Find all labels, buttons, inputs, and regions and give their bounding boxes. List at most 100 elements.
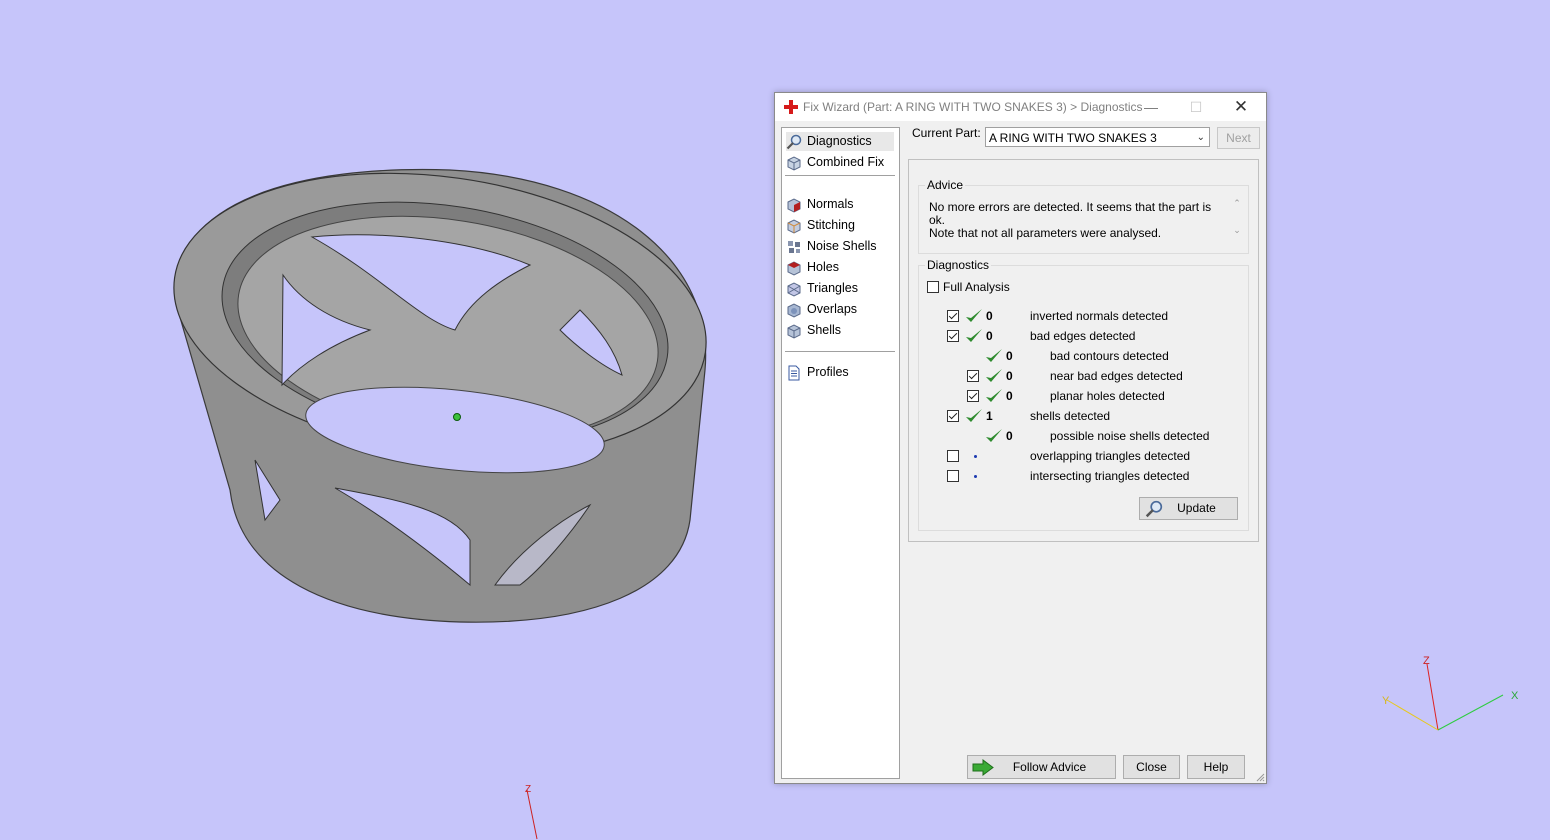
row-label: overlapping triangles detected <box>1030 449 1191 463</box>
diagnostics-title: Diagnostics <box>925 258 992 272</box>
nav-label: Diagnostics <box>807 134 872 148</box>
shells-cube-icon <box>787 324 801 339</box>
resize-grip-icon[interactable] <box>1255 772 1265 782</box>
close-button[interactable]: Close <box>1123 755 1180 779</box>
chevron-down-icon: ⌄ <box>1196 132 1205 143</box>
row-checkbox[interactable] <box>947 410 959 422</box>
row-checkbox[interactable] <box>967 370 979 382</box>
red-cross-icon <box>784 100 798 114</box>
close-window-button[interactable]: ✕ <box>1221 93 1261 121</box>
row-checkbox[interactable] <box>947 450 959 462</box>
nav-item-combined-fix[interactable]: Combined Fix <box>786 153 884 172</box>
nav-label: Holes <box>807 260 839 274</box>
update-button[interactable]: Update <box>1139 497 1238 520</box>
update-label: Update <box>1177 501 1216 515</box>
nav-divider <box>785 351 895 352</box>
row-checkbox[interactable] <box>947 330 959 342</box>
current-part-select[interactable]: A RING WITH TWO SNAKES 3 ⌄ <box>985 127 1210 147</box>
nav-label: Profiles <box>807 365 849 379</box>
nav-label: Noise Shells <box>807 239 877 253</box>
nav-item-triangles[interactable]: Triangles <box>786 279 858 298</box>
minimize-button[interactable]: — <box>1131 93 1171 121</box>
holes-cube-icon <box>787 261 801 276</box>
row-label: near bad edges detected <box>1050 369 1183 383</box>
maximize-button[interactable]: ☐ <box>1176 93 1216 121</box>
scroll-up-icon: ⌃ <box>1233 198 1241 208</box>
row-checkbox[interactable] <box>947 310 959 322</box>
nav-divider <box>785 175 895 176</box>
advice-line: Note that not all parameters were analys… <box>929 226 1162 240</box>
pending-dot-icon <box>974 455 977 458</box>
row-label: possible noise shells detected <box>1050 429 1210 443</box>
axis-z-label: Z <box>1423 655 1430 667</box>
checkmark-icon <box>986 389 1002 402</box>
nav-item-shells[interactable]: Shells <box>786 321 841 340</box>
nav-label: Combined Fix <box>807 155 885 169</box>
checkmark-icon <box>966 309 982 322</box>
triangles-cube-icon <box>787 282 801 297</box>
scroll-down-icon: ⌄ <box>1233 225 1241 235</box>
checkmark-icon <box>986 369 1002 382</box>
advice-line: No more errors are detected. It seems th… <box>929 200 1212 227</box>
normals-cube-icon <box>787 198 801 213</box>
nav-item-noise-shells[interactable]: Noise Shells <box>786 237 876 256</box>
nav-item-profiles[interactable]: Profiles <box>786 363 849 382</box>
row-count: 0 <box>986 309 993 323</box>
row-count: 0 <box>1006 429 1013 443</box>
secondary-axis <box>526 789 538 840</box>
axis-y-label: Y <box>1382 695 1390 707</box>
fix-wizard-dialog: Fix Wizard (Part: A RING WITH TWO SNAKES… <box>774 92 1267 784</box>
full-analysis-label: Full Analysis <box>943 280 1010 294</box>
row-label: inverted normals detected <box>1030 309 1169 323</box>
nav-item-normals[interactable]: Normals <box>786 195 854 214</box>
nav-item-stitching[interactable]: Stitching <box>786 216 855 235</box>
row-count: 1 <box>986 409 993 423</box>
axis-x-label: X <box>1511 690 1519 702</box>
advice-text: No more errors are detected. It seems th… <box>929 201 1229 243</box>
row-count: 0 <box>986 329 993 343</box>
magnifier-icon <box>786 134 802 149</box>
green-arrow-icon <box>972 759 994 776</box>
diagnostics-group: Diagnostics Full Analysis 0 inverted nor… <box>918 258 1249 531</box>
overlaps-cube-icon <box>787 303 801 318</box>
nav-item-holes[interactable]: Holes <box>786 258 839 277</box>
title-bar[interactable]: Fix Wizard (Part: A RING WITH TWO SNAKES… <box>775 93 1266 121</box>
noise-shells-icon <box>788 240 800 253</box>
pending-dot-icon <box>974 475 977 478</box>
nav-label: Triangles <box>807 281 858 295</box>
nav-label: Stitching <box>807 218 855 232</box>
cube-icon <box>787 156 801 171</box>
current-part-label: Current Part: <box>912 126 981 140</box>
checkmark-icon <box>966 329 982 342</box>
help-button[interactable]: Help <box>1187 755 1245 779</box>
next-button[interactable]: Next <box>1217 127 1260 149</box>
row-label: planar holes detected <box>1050 389 1165 403</box>
checkmark-icon <box>966 409 982 422</box>
nav-label: Shells <box>807 323 842 337</box>
follow-advice-button[interactable]: Follow Advice <box>967 755 1116 779</box>
nav-label: Overlaps <box>807 302 858 316</box>
advice-group: Advice No more errors are detected. It s… <box>918 178 1249 254</box>
full-analysis-checkbox[interactable] <box>927 281 939 293</box>
row-label: intersecting triangles detected <box>1030 469 1190 483</box>
row-checkbox[interactable] <box>947 470 959 482</box>
document-icon <box>788 365 800 381</box>
diagnostics-panel: Advice No more errors are detected. It s… <box>908 159 1259 542</box>
row-label: bad edges detected <box>1030 329 1136 343</box>
follow-advice-label: Follow Advice <box>1012 760 1087 774</box>
row-checkbox[interactable] <box>967 390 979 402</box>
advice-title: Advice <box>925 178 966 192</box>
dialog-title: Fix Wizard (Part: A RING WITH TWO SNAKES… <box>803 100 1143 114</box>
magnifier-icon <box>1145 500 1163 518</box>
checkmark-icon <box>986 349 1002 362</box>
wizard-nav: Diagnostics Combined Fix Normals Stitchi… <box>781 127 900 779</box>
nav-item-overlaps[interactable]: Overlaps <box>786 300 857 319</box>
nav-item-diagnostics[interactable]: Diagnostics <box>786 132 894 151</box>
advice-scrollbar[interactable]: ⌃ ⌄ <box>1230 198 1244 244</box>
row-count: 0 <box>1006 369 1013 383</box>
row-label: shells detected <box>1030 409 1111 423</box>
nav-label: Normals <box>807 197 854 211</box>
stitching-cube-icon <box>787 219 801 234</box>
axis-z2-label: Z <box>525 784 532 795</box>
current-part-value: A RING WITH TWO SNAKES 3 <box>989 131 1157 145</box>
